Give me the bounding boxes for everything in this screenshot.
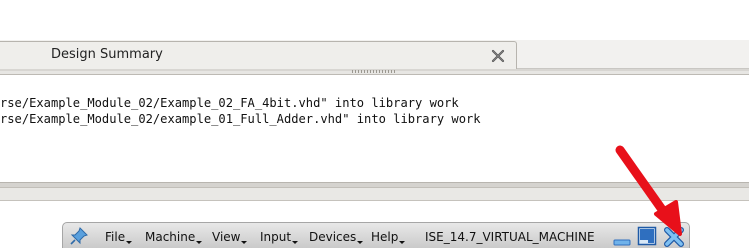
- close-icon[interactable]: [663, 226, 685, 248]
- pin-icon[interactable]: [69, 226, 89, 246]
- menu-help-label: Help: [371, 230, 399, 244]
- menu-input[interactable]: Input: [260, 230, 299, 244]
- tab-design-summary[interactable]: Design Summary: [0, 41, 517, 69]
- menu-view-label: View: [212, 230, 241, 244]
- close-x-icon[interactable]: [490, 48, 506, 64]
- screen: Design Summary rse/Example_Module_02/Exa…: [0, 0, 749, 248]
- menu-devices[interactable]: Devices: [309, 230, 364, 244]
- bottom-scroll-splitter[interactable]: [0, 183, 749, 201]
- caret-down-icon: [357, 241, 364, 244]
- caret-down-icon: [241, 241, 248, 244]
- menu-machine-label: Machine: [145, 230, 196, 244]
- menu-file[interactable]: File: [105, 230, 133, 244]
- console-line: rse/Example_Module_02/example_01_Full_Ad…: [0, 112, 481, 126]
- tab-label: Design Summary: [51, 47, 163, 62]
- caret-down-icon: [126, 241, 133, 244]
- console-output: rse/Example_Module_02/Example_02_FA_4bit…: [0, 76, 749, 183]
- panel-splitter[interactable]: [0, 69, 749, 75]
- menu-input-label: Input: [260, 230, 292, 244]
- minimize-icon[interactable]: [612, 227, 632, 247]
- vm-name-label: ISE_14.7_VIRTUAL_MACHINE: [425, 230, 595, 244]
- blank-area: [0, 0, 749, 40]
- caret-down-icon: [399, 241, 406, 244]
- restore-window-icon[interactable]: [637, 226, 657, 246]
- menu-machine[interactable]: Machine: [145, 230, 203, 244]
- tab-bar: Design Summary: [0, 40, 749, 69]
- menu-devices-label: Devices: [309, 230, 357, 244]
- splitter-grip[interactable]: [352, 70, 396, 73]
- menu-file-label: File: [105, 230, 126, 244]
- menu-view[interactable]: View: [212, 230, 248, 244]
- menu-help[interactable]: Help: [371, 230, 406, 244]
- caret-down-icon: [292, 241, 299, 244]
- vm-mini-toolbar: File Machine View Input Devices Help ISE…: [62, 222, 690, 248]
- console-line: rse/Example_Module_02/Example_02_FA_4bit…: [0, 96, 459, 110]
- caret-down-icon: [196, 241, 203, 244]
